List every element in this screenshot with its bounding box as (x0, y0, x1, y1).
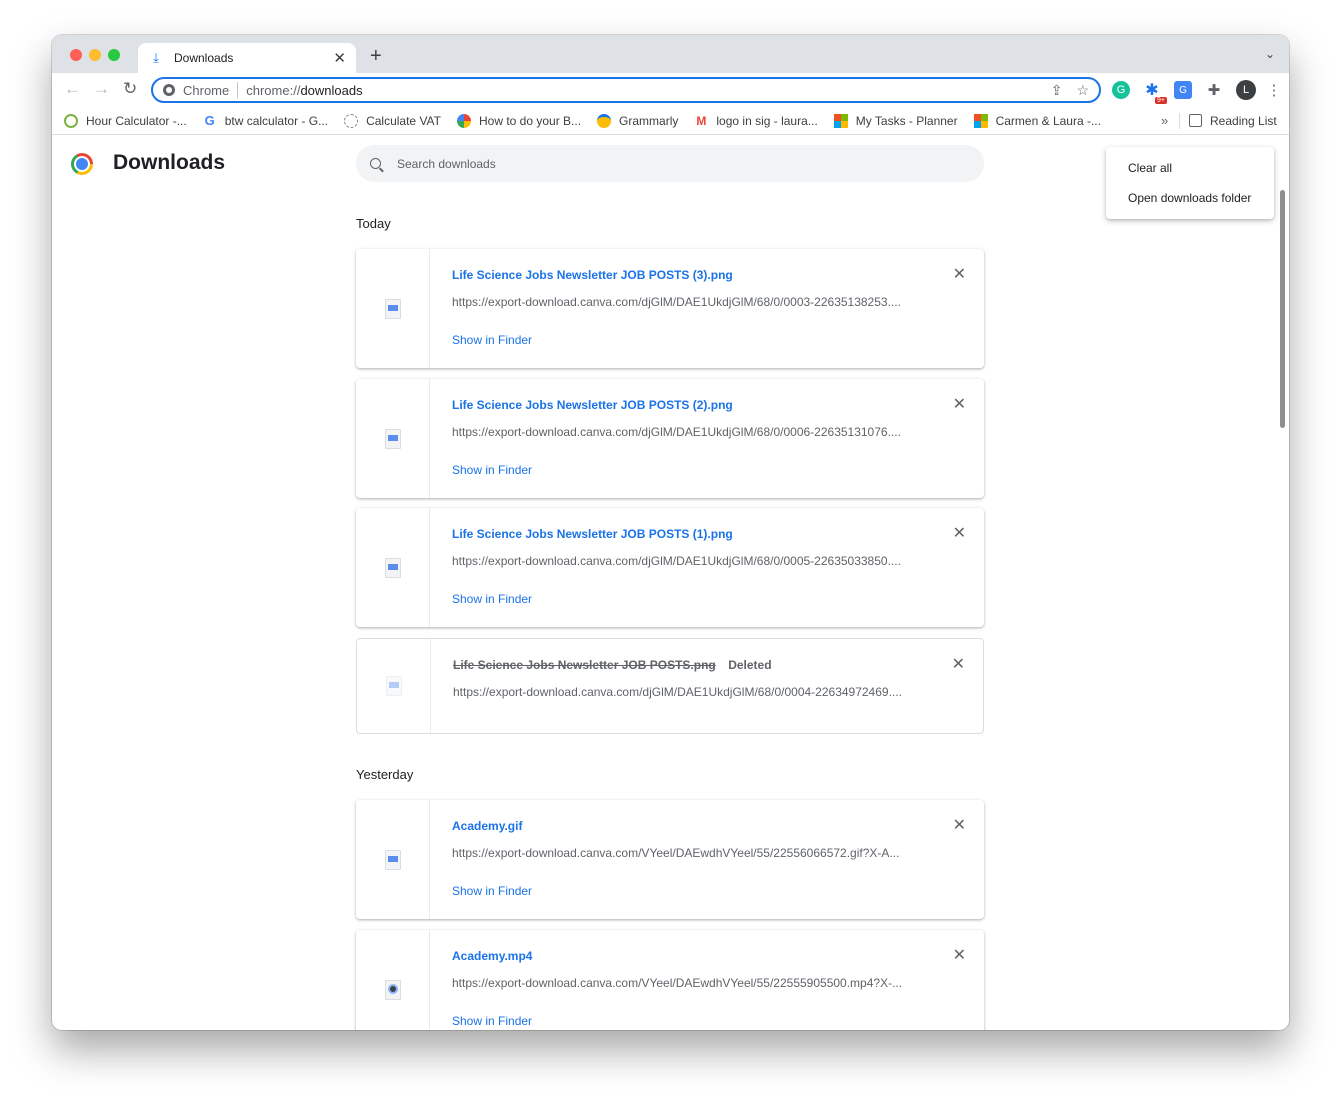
tab-title: Downloads (174, 51, 234, 65)
date-heading-today: Today (356, 216, 391, 231)
forward-button[interactable]: → (93, 79, 110, 99)
png-file-icon (384, 298, 401, 319)
remove-item-icon[interactable]: ✕ (952, 654, 965, 674)
extension-snowflake-icon[interactable]: ✱ 9+ (1143, 81, 1167, 104)
new-tab-button[interactable]: + (370, 45, 382, 68)
bookmarks-bar: Hour Calculator -... Gbtw calculator - G… (52, 107, 1289, 135)
omnibox-separator (237, 82, 239, 98)
hour-calculator-icon (64, 113, 78, 128)
clear-all-menu-item[interactable]: Clear all (1106, 161, 1274, 191)
bookmark-star-icon[interactable]: ☆ (1076, 82, 1089, 99)
bookmark-calculate-vat[interactable]: Calculate VAT (344, 113, 441, 128)
remove-item-icon[interactable]: ✕ (953, 523, 966, 543)
extensions-puzzle-icon[interactable]: ✚ (1205, 81, 1223, 99)
browser-window: ⤓ Downloads ✕ + ⌄ ← → ↻ Chrome chrome://… (52, 35, 1289, 1030)
bookmark-grammarly[interactable]: Grammarly (597, 113, 678, 128)
png-file-icon (384, 557, 401, 578)
share-icon[interactable]: ⇪ (1051, 82, 1063, 99)
date-heading-yesterday: Yesterday (356, 767, 414, 782)
toolbar: ← → ↻ Chrome chrome:// downloads ⇪ ☆ G ✱… (52, 73, 1289, 107)
file-name-link[interactable]: Academy.gif (452, 819, 522, 833)
bookmark-my-tasks[interactable]: My Tasks - Planner (833, 113, 958, 128)
menu-kebab-icon[interactable]: ⋮ (1267, 81, 1282, 99)
file-url: https://export-download.canva.com/djGlM/… (452, 295, 901, 309)
bookmark-hour-calculator[interactable]: Hour Calculator -... (64, 113, 187, 128)
tab-strip: ⤓ Downloads ✕ + ⌄ (52, 35, 1289, 73)
more-actions-menu: Clear all Open downloads folder (1106, 147, 1274, 219)
show-in-finder-link[interactable]: Show in Finder (452, 592, 532, 606)
vat-icon (344, 113, 359, 128)
file-url: https://export-download.canva.com/djGlM/… (452, 425, 901, 439)
bookmarks-divider (1179, 113, 1180, 129)
profile-avatar[interactable]: L (1236, 80, 1256, 100)
bookmark-logo-in-sig[interactable]: Mlogo in sig - laura... (694, 114, 817, 128)
tab-downloads[interactable]: ⤓ Downloads ✕ (138, 43, 356, 73)
remove-item-icon[interactable]: ✕ (953, 945, 966, 965)
remove-item-icon[interactable]: ✕ (953, 815, 966, 835)
close-tab-icon[interactable]: ✕ (333, 49, 346, 67)
minimize-window-button[interactable] (89, 49, 101, 61)
show-in-finder-link[interactable]: Show in Finder (452, 333, 532, 347)
microsoft-icon (973, 113, 988, 128)
download-item: Life Science Jobs Newsletter JOB POSTS (… (356, 379, 984, 498)
zoom-window-button[interactable] (108, 49, 120, 61)
download-item: Life Science Jobs Newsletter JOB POSTS (… (356, 508, 984, 627)
grammarly-extension-icon[interactable]: G (1112, 81, 1130, 99)
file-name: Life Science Jobs Newsletter JOB POSTS.p… (453, 658, 716, 672)
google-icon: G (204, 113, 215, 128)
download-item: Academy.gif https://export-download.canv… (356, 800, 984, 919)
grammarly-icon (597, 113, 612, 128)
remove-item-icon[interactable]: ✕ (953, 394, 966, 414)
file-url: https://export-download.canva.com/VYeel/… (452, 976, 903, 990)
bookmark-how-to[interactable]: How to do your B... (457, 113, 581, 128)
mp4-file-icon (384, 979, 401, 1000)
download-item: Life Science Jobs Newsletter JOB POSTS (… (356, 249, 984, 368)
page-title: Downloads (113, 151, 226, 174)
gif-file-icon (384, 849, 401, 870)
file-url: https://export-download.canva.com/djGlM/… (453, 685, 902, 699)
url-host: downloads (300, 82, 363, 98)
download-item: Academy.mp4 https://export-download.canv… (356, 930, 984, 1030)
close-window-button[interactable] (70, 49, 82, 61)
chrome-logo-icon (71, 153, 93, 175)
status-badge: Deleted (728, 658, 772, 672)
png-file-icon (385, 676, 402, 696)
chrome-site-icon (163, 84, 175, 96)
gmail-icon: M (696, 113, 707, 128)
microsoft-icon (833, 113, 848, 128)
file-name-link[interactable]: Academy.mp4 (452, 949, 532, 963)
reading-list-button[interactable]: Reading List (1189, 114, 1277, 128)
search-input[interactable] (397, 156, 897, 171)
tab-search-chevron-icon[interactable]: ⌄ (1265, 47, 1275, 61)
download-icon: ⤓ (153, 50, 159, 65)
file-name-link[interactable]: Life Science Jobs Newsletter JOB POSTS (… (452, 527, 733, 541)
bookmark-carmen-laura[interactable]: Carmen & Laura -... (973, 113, 1101, 128)
show-in-finder-link[interactable]: Show in Finder (452, 463, 532, 477)
download-item-deleted: Life Science Jobs Newsletter JOB POSTS.p… (356, 638, 984, 734)
url-scheme: chrome:// (246, 82, 301, 98)
scrollbar[interactable] (1280, 190, 1285, 428)
bookmarks-overflow-button[interactable]: » (1161, 113, 1168, 128)
search-bar[interactable] (356, 145, 984, 182)
file-name-link[interactable]: Life Science Jobs Newsletter JOB POSTS (… (452, 268, 733, 282)
reading-list-icon (1189, 114, 1202, 127)
omnibox-chip: Chrome (183, 82, 230, 98)
extension-badge: 9+ (1155, 97, 1167, 104)
png-file-icon (384, 428, 401, 449)
pie-icon (457, 113, 471, 128)
search-icon (370, 158, 381, 169)
file-url: https://export-download.canva.com/djGlM/… (452, 554, 901, 568)
show-in-finder-link[interactable]: Show in Finder (452, 1014, 532, 1028)
reload-button[interactable]: ↻ (123, 79, 137, 99)
translate-extension-icon[interactable]: G (1174, 81, 1192, 99)
file-name-link[interactable]: Life Science Jobs Newsletter JOB POSTS (… (452, 398, 733, 412)
bookmark-btw-calculator[interactable]: Gbtw calculator - G... (203, 113, 328, 128)
show-in-finder-link[interactable]: Show in Finder (452, 884, 532, 898)
back-button[interactable]: ← (64, 79, 81, 99)
open-downloads-folder-menu-item[interactable]: Open downloads folder (1106, 191, 1274, 221)
address-bar[interactable]: Chrome chrome:// downloads ⇪ ☆ (151, 77, 1101, 103)
file-url: https://export-download.canva.com/VYeel/… (452, 846, 900, 860)
downloads-page: Downloads Today Life Science Jobs Newsle… (52, 136, 1289, 1030)
remove-item-icon[interactable]: ✕ (953, 264, 966, 284)
